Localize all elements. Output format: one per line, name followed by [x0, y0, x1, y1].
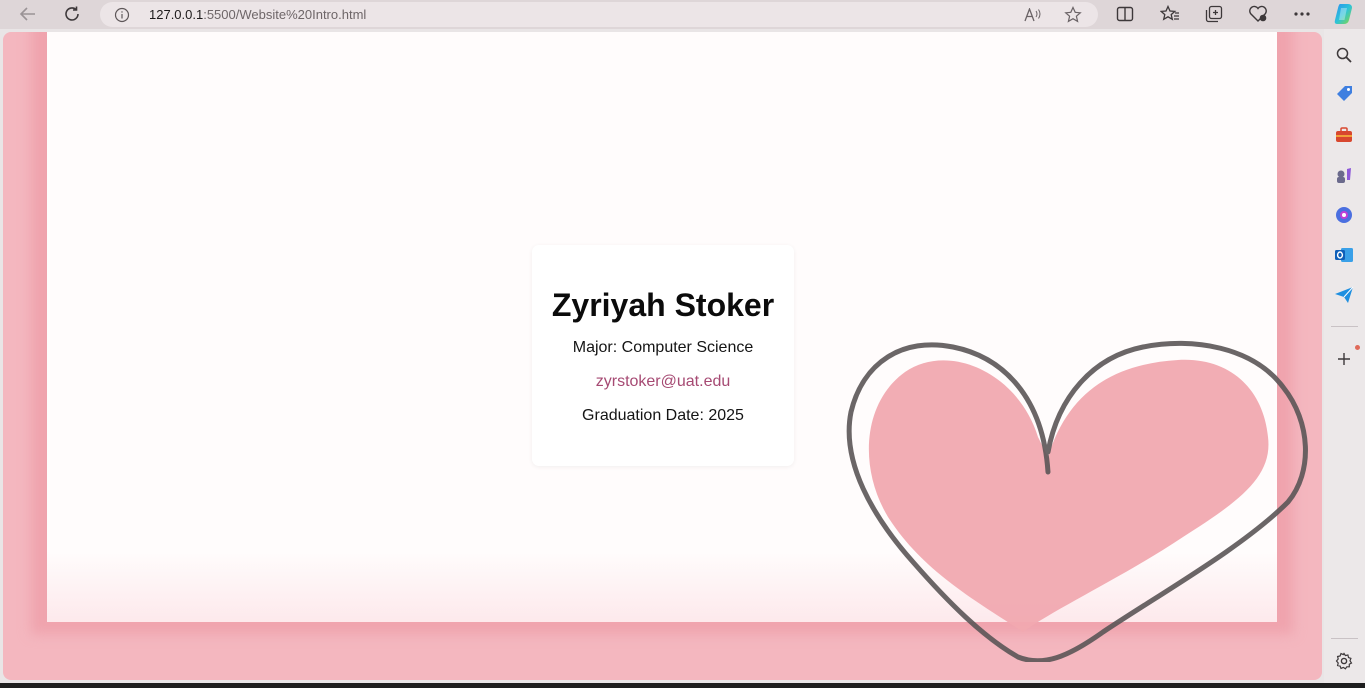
url-text: 127.0.0.1:5500/Website%20Intro.html — [149, 7, 366, 22]
tools-icon[interactable] — [1333, 124, 1355, 146]
browser-toolbar: 127.0.0.1:5500/Website%20Intro.html — [0, 0, 1365, 29]
microsoft-365-icon[interactable] — [1333, 204, 1355, 226]
collections-icon[interactable] — [1201, 2, 1227, 26]
url-path: :5500/Website%20Intro.html — [203, 7, 367, 22]
sidebar-divider — [1331, 326, 1358, 327]
page-viewport: Zyriyah Stoker Major: Computer Science z… — [3, 32, 1322, 680]
url-host: 127.0.0.1 — [149, 7, 204, 22]
heart-illustration — [846, 340, 1308, 662]
settings-icon[interactable] — [1333, 650, 1355, 672]
sidebar-divider — [1331, 638, 1358, 639]
email-link[interactable]: zyrstoker@uat.edu — [532, 373, 794, 391]
add-icon[interactable] — [1333, 345, 1360, 370]
student-name: Zyriyah Stoker — [551, 287, 775, 323]
address-bar[interactable]: 127.0.0.1:5500/Website%20Intro.html — [100, 2, 1098, 27]
taskbar-edge — [0, 683, 1365, 688]
copilot-icon[interactable] — [1331, 2, 1357, 26]
search-icon[interactable] — [1333, 44, 1355, 66]
favorite-star-icon[interactable] — [1062, 4, 1084, 25]
intro-card: Zyriyah Stoker Major: Computer Science z… — [532, 245, 794, 466]
site-info-icon[interactable] — [112, 5, 132, 25]
graduation-date-text: Graduation Date: 2025 — [582, 407, 744, 424]
back-arrow-icon[interactable] — [15, 2, 41, 26]
notification-dot — [1355, 345, 1360, 350]
games-icon[interactable] — [1333, 164, 1355, 186]
split-screen-icon[interactable] — [1112, 2, 1138, 26]
outlook-icon[interactable] — [1333, 244, 1355, 266]
send-icon[interactable] — [1333, 284, 1355, 306]
browser-essentials-icon[interactable] — [1245, 2, 1271, 26]
refresh-icon[interactable] — [59, 2, 85, 26]
read-aloud-icon[interactable] — [1022, 4, 1044, 25]
shopping-tag-icon[interactable] — [1333, 84, 1355, 106]
more-menu-icon[interactable] — [1289, 2, 1315, 26]
favorites-icon[interactable] — [1157, 2, 1183, 26]
browser-sidebar — [1324, 29, 1365, 683]
major-text: Major: Computer Science — [572, 339, 754, 356]
